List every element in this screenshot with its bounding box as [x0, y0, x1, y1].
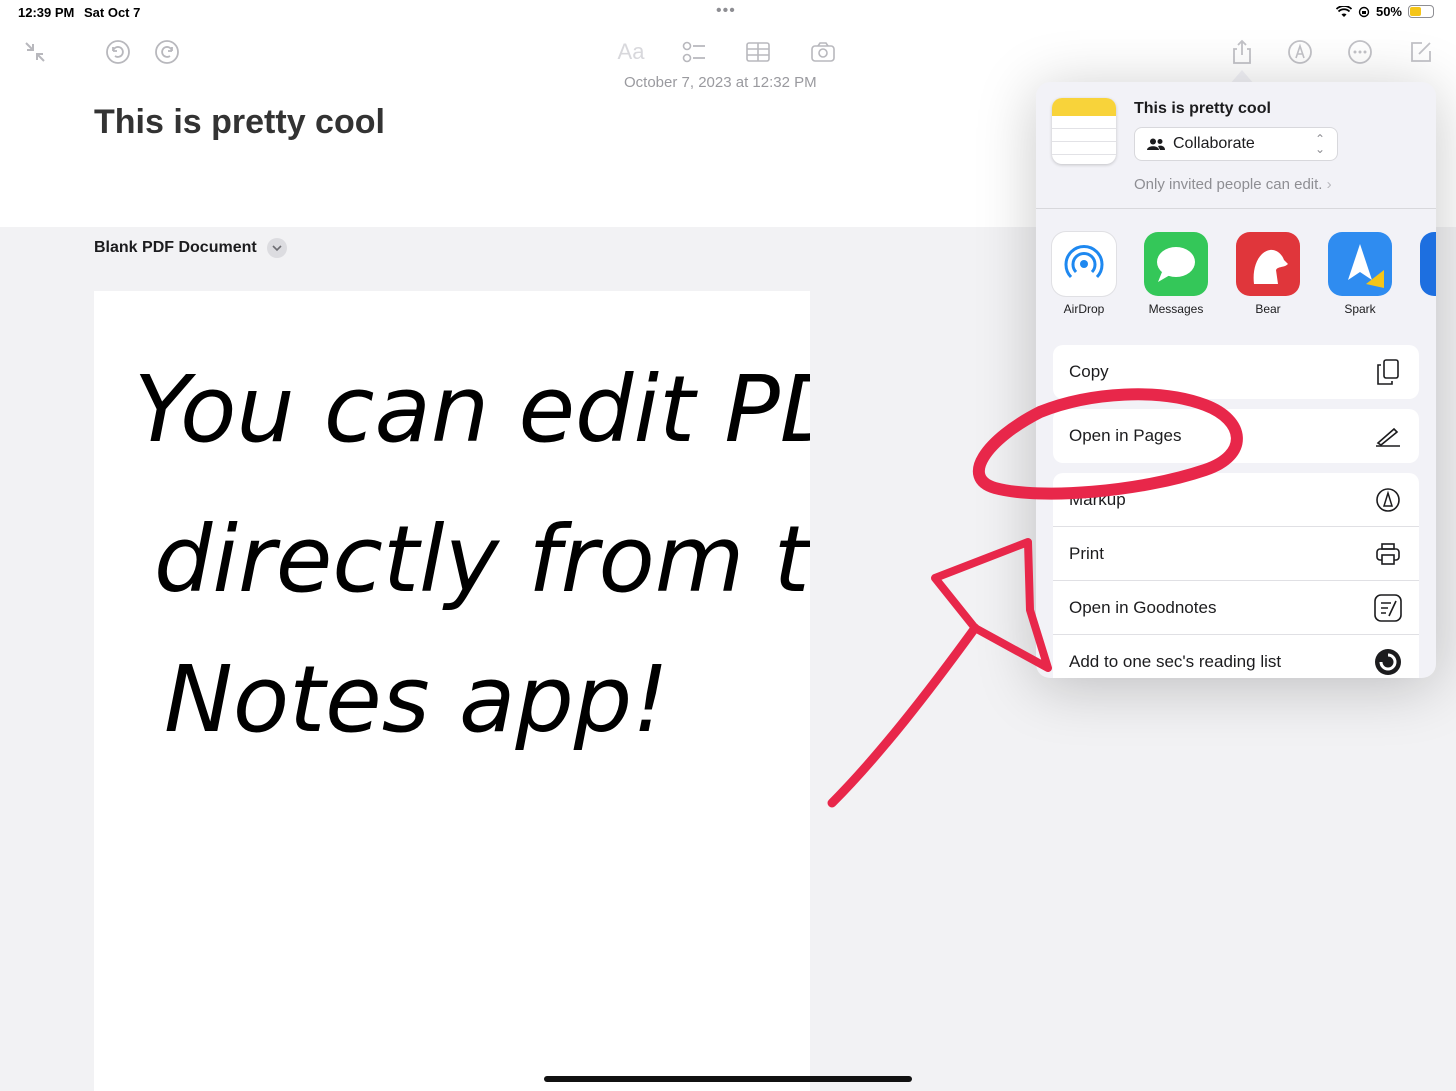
app-airdrop[interactable]: AirDrop [1052, 232, 1116, 322]
app-label: Bear [1255, 302, 1281, 316]
action-label: Copy [1069, 362, 1109, 381]
handwriting-line: Notes app! [164, 646, 669, 753]
share-actions: Copy Open in Pages Markup Print Open in … [1053, 345, 1419, 678]
status-time: 12:39 PM [18, 5, 75, 20]
action-print[interactable]: Print [1053, 527, 1419, 581]
chevron-down-icon[interactable] [266, 238, 287, 258]
action-label: Add to one sec's reading list [1069, 652, 1282, 671]
share-sheet-header: This is pretty cool Collaborate ⌃ ⌄ Only … [1036, 82, 1436, 208]
checklist-icon[interactable] [679, 37, 709, 67]
handwriting-drawing: You can edit PDFs directly from the Note… [134, 356, 810, 753]
spark-icon [1328, 232, 1392, 296]
app-label: Messages [1148, 302, 1204, 316]
handwriting-line: You can edit PDFs [134, 356, 810, 463]
action-label: Print [1069, 543, 1104, 563]
camera-icon[interactable] [808, 37, 838, 67]
action-open-in-goodnotes[interactable]: Open in Goodnotes [1053, 581, 1419, 635]
permission-text: Only invited people can edit. [1134, 176, 1323, 193]
people-icon [1147, 138, 1165, 150]
pdf-page[interactable]: You can edit PDFs directly from the Note… [94, 291, 810, 1091]
markup-pen-icon[interactable] [1285, 37, 1315, 67]
chevron-updown-icon: ⌃ ⌄ [1314, 132, 1325, 156]
multitasking-dots-icon[interactable]: ••• [716, 2, 736, 20]
action-one-sec-reading-list[interactable]: Add to one sec's reading list [1053, 635, 1419, 678]
battery-icon [1408, 5, 1434, 18]
attachment-title: Blank PDF Document [94, 239, 257, 256]
home-indicator[interactable] [544, 1076, 912, 1082]
share-sheet: This is pretty cool Collaborate ⌃ ⌄ Only … [1036, 82, 1436, 678]
action-group: Open in Pages [1053, 409, 1419, 463]
action-markup[interactable]: Markup [1053, 473, 1419, 527]
airdrop-icon [1052, 232, 1116, 296]
bear-icon [1236, 232, 1300, 296]
more-icon[interactable] [1345, 37, 1375, 67]
app-label: AirDrop [1063, 302, 1105, 316]
action-copy[interactable]: Copy [1053, 345, 1419, 399]
action-open-in-pages[interactable]: Open in Pages [1053, 409, 1419, 463]
printer-icon [1373, 539, 1403, 569]
app-bear[interactable]: Bear [1236, 232, 1300, 322]
app-label: Spark [1344, 302, 1376, 316]
app-partial[interactable]: Li [1420, 232, 1436, 322]
notes-app-icon [1052, 98, 1116, 164]
collapse-icon[interactable] [20, 37, 50, 67]
handwriting-line: directly from the [154, 506, 810, 613]
messages-icon [1144, 232, 1208, 296]
permission-link[interactable]: Only invited people can edit. › [1134, 176, 1332, 193]
collaborate-select[interactable]: Collaborate ⌃ ⌄ [1134, 127, 1338, 161]
redo-icon[interactable] [152, 37, 182, 67]
note-title[interactable]: This is pretty cool [94, 103, 385, 142]
note-date: October 7, 2023 at 12:32 PM [624, 74, 817, 91]
chevron-right-icon: › [1326, 176, 1332, 193]
status-bar: 12:39 PM Sat Oct 7 ••• 50% [0, 0, 1456, 26]
app-messages[interactable]: Messages [1144, 232, 1208, 322]
action-label: Open in Pages [1069, 426, 1182, 445]
app-icon [1420, 232, 1436, 296]
goodnotes-icon [1373, 593, 1403, 623]
undo-icon[interactable] [103, 37, 133, 67]
arrow-head-annotation [931, 538, 1052, 672]
action-label: Markup [1069, 489, 1126, 509]
table-icon[interactable] [743, 37, 773, 67]
share-note-title: This is pretty cool [1134, 100, 1271, 117]
attachment-header[interactable]: Blank PDF Document [94, 238, 287, 258]
action-group: Copy [1053, 345, 1419, 399]
status-right: 50% [1335, 4, 1434, 19]
app-label: Li [1420, 302, 1436, 316]
arrow-shaft-annotation [827, 623, 980, 808]
format-text-icon[interactable]: Aa [616, 37, 646, 67]
share-icon[interactable] [1227, 37, 1257, 67]
one-sec-icon [1373, 647, 1403, 677]
action-label: Open in Goodnotes [1069, 597, 1217, 617]
divider [1036, 208, 1436, 209]
orientation-lock-icon [1358, 6, 1370, 17]
markup-icon [1373, 485, 1403, 515]
pages-pen-icon [1373, 421, 1403, 451]
wifi-icon [1335, 5, 1352, 17]
copy-icon [1373, 357, 1403, 387]
share-apps-row: AirDrop Messages Bear Spark Li [1052, 232, 1436, 322]
compose-icon[interactable] [1406, 37, 1436, 67]
action-group: Markup Print Open in Goodnotes Add to on… [1053, 473, 1419, 678]
app-spark[interactable]: Spark [1328, 232, 1392, 322]
collaborate-label: Collaborate [1173, 135, 1255, 152]
status-date: Sat Oct 7 [84, 5, 141, 20]
battery-percent: 50% [1375, 4, 1402, 19]
